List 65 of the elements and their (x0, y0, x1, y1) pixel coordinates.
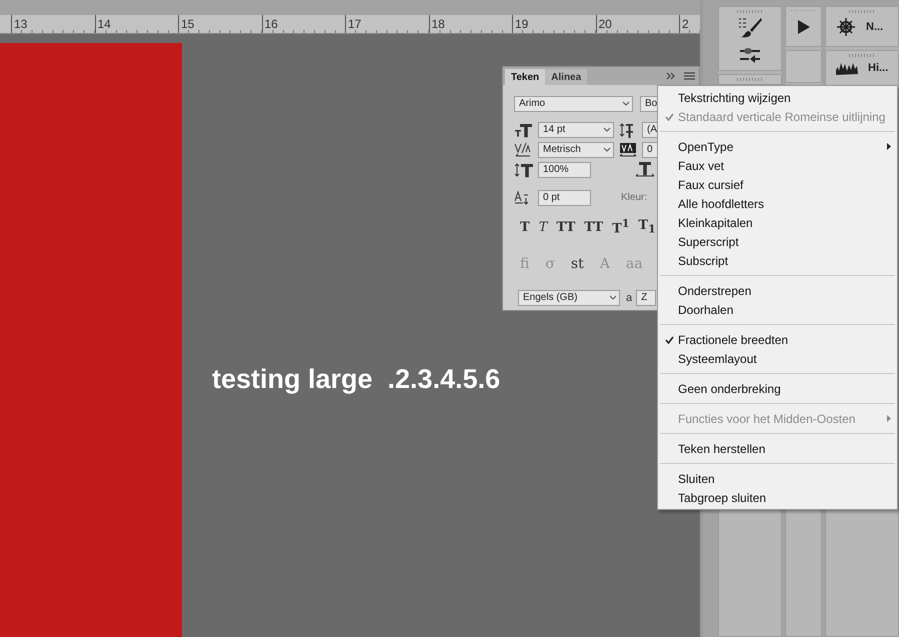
menu-item[interactable]: Sluiten (658, 469, 897, 488)
vertical-scale-icon (514, 162, 534, 178)
submenu-arrow-icon (887, 143, 891, 150)
menu-item[interactable]: Superscript (658, 232, 897, 251)
menu-item[interactable]: Onderstrepen (658, 281, 897, 300)
caret-icon (609, 295, 617, 300)
menu-item[interactable]: Kleinkapitalen (658, 213, 897, 232)
caret-icon (603, 147, 611, 152)
checkmark-icon (665, 112, 674, 120)
ruler-label: 17 (347, 17, 362, 31)
checkmark-icon (665, 336, 674, 344)
menu-item[interactable]: Tabgroep sluiten (658, 488, 897, 507)
ruler-label: 14 (96, 17, 111, 31)
submenu-arrow-icon (887, 415, 891, 422)
font-size-icon (514, 122, 534, 138)
canvas-text: testing large .2.3.4.5.6 (212, 364, 500, 395)
menu-item[interactable]: Fractionele breedten (658, 330, 897, 349)
opentype-button[interactable]: st (568, 256, 586, 272)
font-family-dropdown[interactable]: Arimo (514, 96, 633, 112)
adjustments-icon[interactable] (739, 46, 761, 64)
text-style-button[interactable]: T$_{1}$ (636, 218, 658, 236)
antialias-dropdown[interactable]: Z (636, 290, 656, 306)
ruler-label: 19 (514, 17, 528, 31)
color-label: Kleur: (621, 192, 648, 203)
font-size-dropdown[interactable]: 14 pt (538, 122, 614, 138)
text-style-button[interactable]: T$^{1}$ (610, 217, 632, 237)
kerning-dropdown[interactable]: Metrisch (538, 142, 614, 158)
baseline-shift-field[interactable]: 0 pt (538, 190, 591, 206)
histogram-icon[interactable] (836, 61, 858, 75)
menu-item[interactable]: Doorhalen (658, 300, 897, 319)
text-style-button[interactable]: TT (554, 220, 578, 234)
horizontal-scale-icon (635, 162, 655, 178)
menu-item[interactable]: Geen onderbreking (658, 379, 897, 398)
antialias-label: a (626, 292, 632, 304)
panel-tab[interactable]: Alinea (545, 69, 588, 85)
play-icon[interactable] (796, 19, 810, 35)
panel-label[interactable]: N... (866, 21, 884, 33)
ruler-label: 15 (180, 17, 194, 31)
ruler-label: 18 (430, 17, 445, 31)
ruler-label: 16 (264, 17, 278, 31)
menu-item[interactable]: Tekstrichting wijzigen (658, 88, 897, 107)
menu-item[interactable]: Systeemlayout (658, 349, 897, 368)
panel-label[interactable]: Hi... (868, 62, 888, 74)
menu-item[interactable]: Subscript (658, 251, 897, 270)
caret-icon (603, 127, 611, 132)
language-dropdown[interactable]: Engels (GB) (518, 290, 620, 306)
panel-cell (785, 50, 822, 83)
menu-item[interactable]: Alle hoofdletters (658, 194, 897, 213)
ruler-label: 2 (681, 17, 689, 31)
vertical-scale-field[interactable]: 100% (538, 162, 591, 178)
ruler-label: 13 (13, 17, 28, 31)
caret-icon (622, 101, 630, 106)
menu-item[interactable]: Teken herstellen (658, 439, 897, 458)
menu-item[interactable]: Faux vet (658, 156, 897, 175)
text-style-button[interactable]: TT (582, 220, 606, 234)
menu-item[interactable]: Faux cursief (658, 175, 897, 194)
text-style-button[interactable]: T (518, 220, 532, 234)
panel-tab[interactable]: Teken (505, 69, 546, 85)
tracking-icon (618, 142, 638, 158)
collapse-icon[interactable] (666, 72, 676, 80)
brush-icon[interactable] (738, 16, 762, 38)
menu-icon[interactable] (684, 72, 695, 80)
text-style-button[interactable]: T (536, 220, 550, 234)
ruler-label: 20 (598, 17, 612, 31)
navigator-icon[interactable] (836, 17, 856, 37)
